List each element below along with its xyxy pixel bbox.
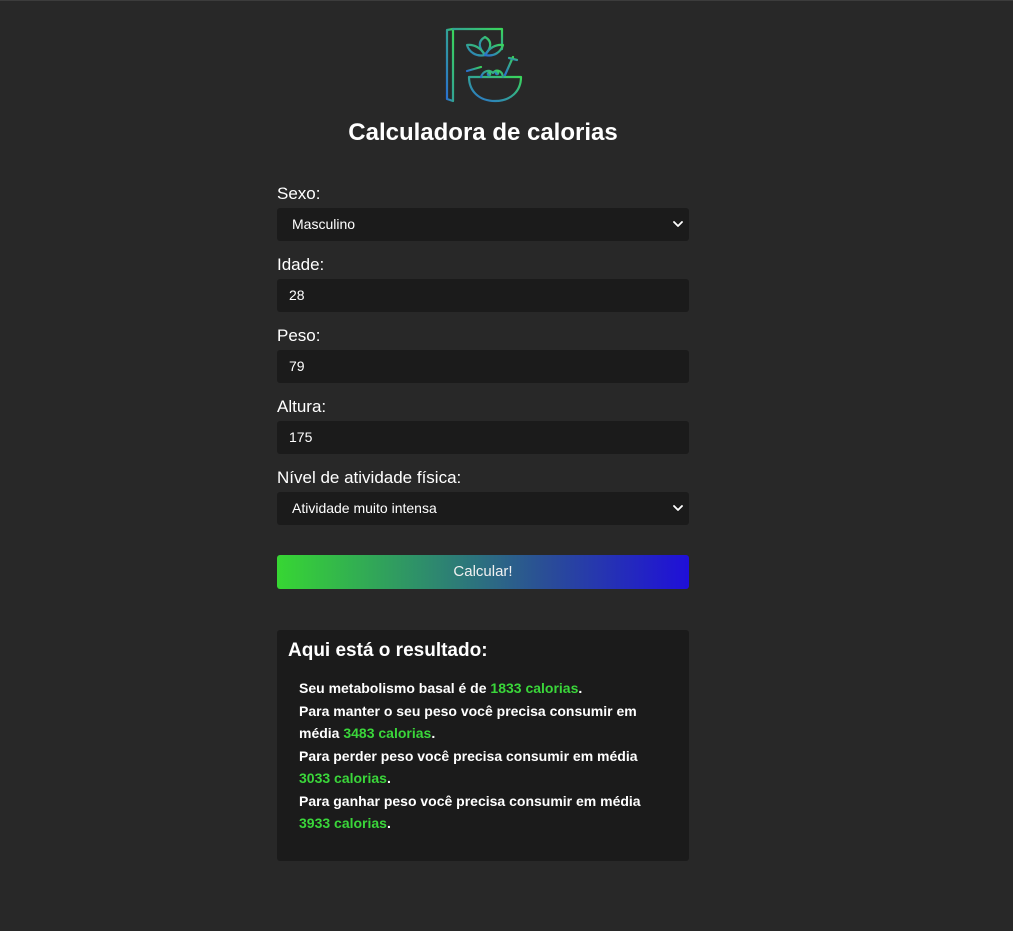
result-text: Para perder peso você precisa consumir e… [299, 747, 638, 764]
altura-input[interactable]: 175 [277, 421, 689, 454]
altura-group: Altura: 175 [277, 397, 689, 454]
result-title: Aqui está o resultado: [288, 640, 488, 661]
result-text: Seu metabolismo basal é de [299, 680, 491, 696]
perder-value: 3033 calorias [299, 770, 387, 786]
calcular-button[interactable]: Calcular! [277, 555, 689, 589]
peso-label: Peso: [277, 326, 321, 345]
chevron-down-icon [673, 221, 683, 227]
atividade-value: Atividade muito intensa [292, 500, 437, 516]
sexo-label: Sexo: [277, 184, 321, 203]
result-text: . [431, 725, 436, 741]
page-title: Calculadora de calorias [348, 119, 618, 146]
idade-input[interactable]: 28 [277, 279, 689, 312]
sexo-group: Sexo: Masculino [277, 184, 689, 241]
result-text: . [386, 770, 391, 786]
atividade-group: Nível de atividade física: Atividade mui… [277, 468, 689, 525]
result-text: . [386, 815, 391, 831]
result-line-ganhar: Para ganhar peso você precisa consumir e… [299, 790, 660, 835]
altura-label: Altura: [277, 397, 327, 416]
result-line-manter: Para manter o seu peso você precisa cons… [299, 700, 660, 745]
sexo-select[interactable]: Masculino [277, 208, 689, 241]
basal-value: 1833 calorias [490, 680, 579, 696]
atividade-label: Nível de atividade física: [277, 468, 462, 487]
result-text: Para ganhar peso você precisa consumir e… [299, 792, 641, 809]
ganhar-value: 3933 calorias [299, 815, 387, 831]
result-panel: Aqui está o resultado: Seu metabolismo b… [277, 630, 689, 861]
peso-group: Peso: 79 [277, 326, 689, 383]
idade-label: Idade: [277, 255, 325, 274]
peso-input[interactable]: 79 [277, 350, 689, 383]
idade-group: Idade: 28 [277, 255, 689, 312]
calorie-form: Sexo: Masculino Idade: 28 Peso: 79 Altur… [277, 184, 689, 589]
atividade-select[interactable]: Atividade muito intensa [277, 492, 689, 525]
result-line-basal: Seu metabolismo basal é de 1833 calorias… [299, 677, 660, 700]
result-line-perder: Para perder peso você precisa consumir e… [299, 745, 660, 790]
sexo-value: Masculino [292, 216, 356, 232]
manter-value: 3483 calorias [343, 725, 432, 741]
result-text: . [578, 680, 583, 696]
chevron-down-icon [673, 505, 683, 511]
food-book-bowl-icon [445, 27, 523, 103]
result-body: Seu metabolismo basal é de 1833 calorias… [288, 677, 678, 835]
